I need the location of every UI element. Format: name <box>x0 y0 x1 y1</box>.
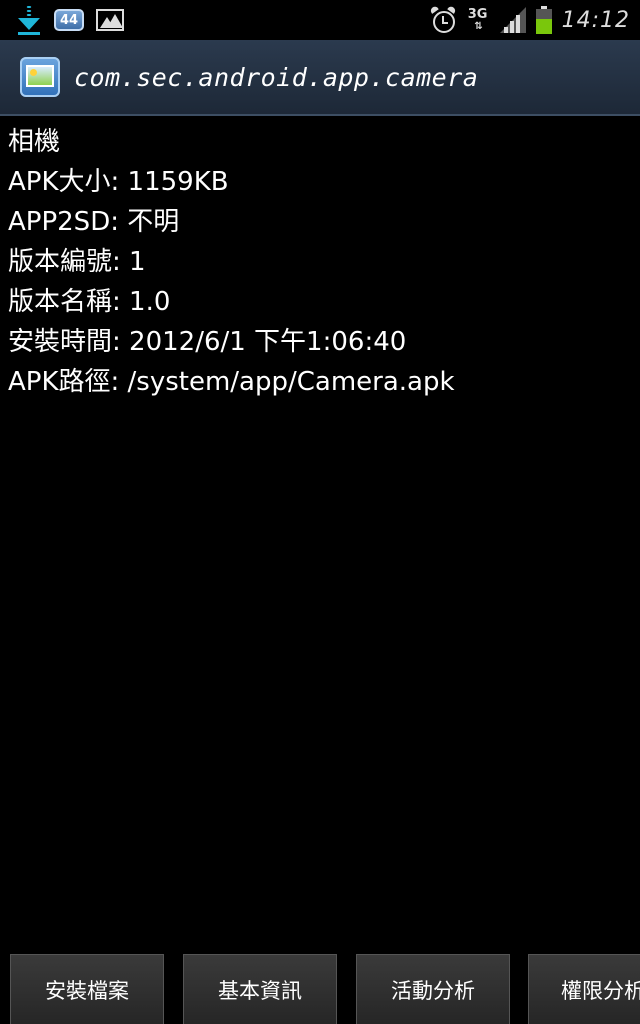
status-clock: 14:12 <box>561 7 630 33</box>
gallery-icon <box>96 9 124 31</box>
notification-badge-count: 44 <box>59 12 79 28</box>
network-arrows: ⇅ <box>474 21 483 32</box>
alarm-icon <box>428 5 457 33</box>
app-info-panel: 相機 APK大小: 1159KB APP2SD: 不明 版本編號: 1 版本名稱… <box>8 122 632 402</box>
apk-path: APK路徑: /system/app/Camera.apk <box>8 367 455 397</box>
status-bar: 44 3G ⇅ 14:12 <box>0 0 640 40</box>
tab-install-files[interactable]: 安裝檔案 <box>10 954 164 1024</box>
tab-basic-info[interactable]: 基本資訊 <box>183 954 337 1024</box>
install-time: 安裝時間: 2012/6/1 下午1:06:40 <box>8 327 407 357</box>
bottom-tab-bar: 安裝檔案 基本資訊 活動分析 權限分析 <box>0 946 640 1024</box>
app-name: 相機 <box>8 127 61 157</box>
apk-size: APK大小: 1159KB <box>8 167 229 197</box>
status-notifications: 44 <box>16 0 124 40</box>
version-code: 版本編號: 1 <box>8 247 146 277</box>
status-system: 3G ⇅ 14:12 <box>428 0 630 40</box>
network-type: 3G <box>467 7 488 22</box>
notification-badge-icon: 44 <box>54 9 84 31</box>
download-icon <box>16 5 42 35</box>
page-title: com.sec.android.app.camera <box>74 62 479 92</box>
app2sd-status: APP2SD: 不明 <box>8 207 180 237</box>
battery-icon <box>535 6 552 34</box>
version-name: 版本名稱: 1.0 <box>8 287 171 317</box>
network-3g-icon: 3G ⇅ <box>466 4 490 36</box>
signal-icon <box>499 7 526 33</box>
battery-fill <box>535 19 552 34</box>
tab-activity-analysis[interactable]: 活動分析 <box>356 954 510 1024</box>
tab-permission-analysis[interactable]: 權限分析 <box>528 954 640 1024</box>
app-icon <box>20 57 60 97</box>
title-bar: com.sec.android.app.camera <box>0 40 640 116</box>
